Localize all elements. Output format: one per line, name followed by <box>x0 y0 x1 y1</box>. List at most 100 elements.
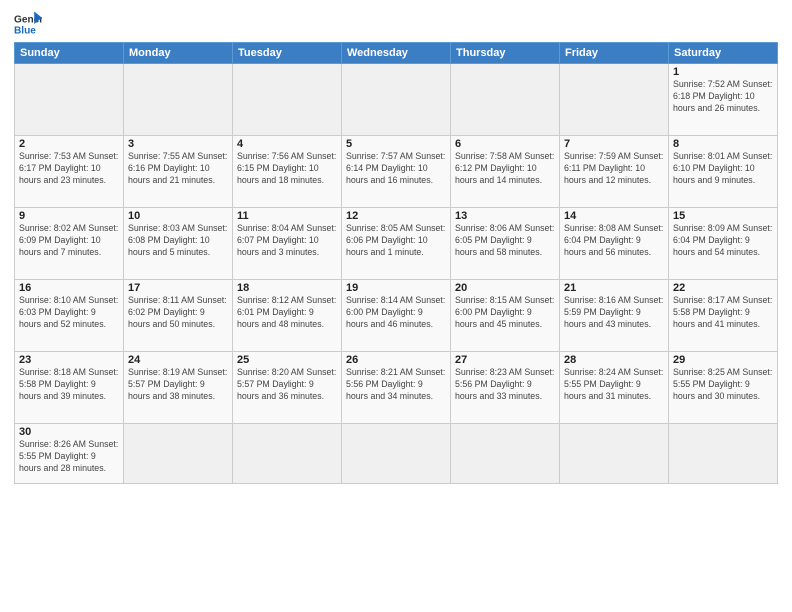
calendar-day-cell: 14Sunrise: 8:08 AM Sunset: 6:04 PM Dayli… <box>560 208 669 280</box>
calendar-day-cell <box>560 424 669 484</box>
day-number: 9 <box>19 210 119 222</box>
day-info: Sunrise: 8:10 AM Sunset: 6:03 PM Dayligh… <box>19 295 119 331</box>
day-number: 11 <box>237 210 337 222</box>
calendar-day-cell: 27Sunrise: 8:23 AM Sunset: 5:56 PM Dayli… <box>451 352 560 424</box>
calendar-day-cell: 10Sunrise: 8:03 AM Sunset: 6:08 PM Dayli… <box>124 208 233 280</box>
calendar-day-cell: 20Sunrise: 8:15 AM Sunset: 6:00 PM Dayli… <box>451 280 560 352</box>
day-info: Sunrise: 7:57 AM Sunset: 6:14 PM Dayligh… <box>346 151 446 187</box>
day-number: 21 <box>564 282 664 294</box>
day-number: 14 <box>564 210 664 222</box>
logo: General Blue <box>14 10 42 38</box>
day-info: Sunrise: 8:05 AM Sunset: 6:06 PM Dayligh… <box>346 223 446 259</box>
calendar-day-cell: 21Sunrise: 8:16 AM Sunset: 5:59 PM Dayli… <box>560 280 669 352</box>
calendar-header-row: SundayMondayTuesdayWednesdayThursdayFrid… <box>15 43 778 64</box>
day-number: 27 <box>455 354 555 366</box>
calendar-day-cell: 7Sunrise: 7:59 AM Sunset: 6:11 PM Daylig… <box>560 136 669 208</box>
day-number: 5 <box>346 138 446 150</box>
calendar-day-cell: 30Sunrise: 8:26 AM Sunset: 5:55 PM Dayli… <box>15 424 124 484</box>
page: General Blue SundayMondayTuesdayWednesda… <box>0 0 792 612</box>
calendar-week-row: 16Sunrise: 8:10 AM Sunset: 6:03 PM Dayli… <box>15 280 778 352</box>
day-number: 28 <box>564 354 664 366</box>
calendar-day-cell: 19Sunrise: 8:14 AM Sunset: 6:00 PM Dayli… <box>342 280 451 352</box>
day-number: 1 <box>673 66 773 78</box>
calendar-day-cell: 26Sunrise: 8:21 AM Sunset: 5:56 PM Dayli… <box>342 352 451 424</box>
day-number: 23 <box>19 354 119 366</box>
weekday-header-sunday: Sunday <box>15 43 124 64</box>
weekday-header-thursday: Thursday <box>451 43 560 64</box>
calendar-day-cell <box>451 424 560 484</box>
day-info: Sunrise: 7:53 AM Sunset: 6:17 PM Dayligh… <box>19 151 119 187</box>
day-info: Sunrise: 7:59 AM Sunset: 6:11 PM Dayligh… <box>564 151 664 187</box>
calendar-day-cell: 23Sunrise: 8:18 AM Sunset: 5:58 PM Dayli… <box>15 352 124 424</box>
calendar-week-row: 1Sunrise: 7:52 AM Sunset: 6:18 PM Daylig… <box>15 64 778 136</box>
day-number: 30 <box>19 426 119 438</box>
day-number: 4 <box>237 138 337 150</box>
day-number: 24 <box>128 354 228 366</box>
calendar-day-cell: 13Sunrise: 8:06 AM Sunset: 6:05 PM Dayli… <box>451 208 560 280</box>
calendar-day-cell <box>15 64 124 136</box>
day-number: 22 <box>673 282 773 294</box>
calendar-day-cell: 24Sunrise: 8:19 AM Sunset: 5:57 PM Dayli… <box>124 352 233 424</box>
day-number: 10 <box>128 210 228 222</box>
day-number: 17 <box>128 282 228 294</box>
day-info: Sunrise: 8:08 AM Sunset: 6:04 PM Dayligh… <box>564 223 664 259</box>
day-info: Sunrise: 8:18 AM Sunset: 5:58 PM Dayligh… <box>19 367 119 403</box>
day-info: Sunrise: 8:04 AM Sunset: 6:07 PM Dayligh… <box>237 223 337 259</box>
calendar-day-cell <box>451 64 560 136</box>
day-info: Sunrise: 8:09 AM Sunset: 6:04 PM Dayligh… <box>673 223 773 259</box>
day-info: Sunrise: 8:12 AM Sunset: 6:01 PM Dayligh… <box>237 295 337 331</box>
calendar-week-row: 30Sunrise: 8:26 AM Sunset: 5:55 PM Dayli… <box>15 424 778 484</box>
day-info: Sunrise: 8:11 AM Sunset: 6:02 PM Dayligh… <box>128 295 228 331</box>
day-number: 18 <box>237 282 337 294</box>
calendar-day-cell <box>342 64 451 136</box>
generalblue-logo-icon: General Blue <box>14 10 42 38</box>
day-info: Sunrise: 7:52 AM Sunset: 6:18 PM Dayligh… <box>673 79 773 115</box>
day-info: Sunrise: 8:26 AM Sunset: 5:55 PM Dayligh… <box>19 439 119 475</box>
calendar-day-cell: 3Sunrise: 7:55 AM Sunset: 6:16 PM Daylig… <box>124 136 233 208</box>
calendar-day-cell: 8Sunrise: 8:01 AM Sunset: 6:10 PM Daylig… <box>669 136 778 208</box>
day-info: Sunrise: 7:55 AM Sunset: 6:16 PM Dayligh… <box>128 151 228 187</box>
calendar-day-cell: 18Sunrise: 8:12 AM Sunset: 6:01 PM Dayli… <box>233 280 342 352</box>
weekday-header-wednesday: Wednesday <box>342 43 451 64</box>
day-info: Sunrise: 8:21 AM Sunset: 5:56 PM Dayligh… <box>346 367 446 403</box>
day-number: 20 <box>455 282 555 294</box>
day-info: Sunrise: 8:01 AM Sunset: 6:10 PM Dayligh… <box>673 151 773 187</box>
calendar-day-cell <box>124 424 233 484</box>
day-info: Sunrise: 8:25 AM Sunset: 5:55 PM Dayligh… <box>673 367 773 403</box>
calendar-day-cell <box>342 424 451 484</box>
calendar-day-cell: 11Sunrise: 8:04 AM Sunset: 6:07 PM Dayli… <box>233 208 342 280</box>
calendar-week-row: 2Sunrise: 7:53 AM Sunset: 6:17 PM Daylig… <box>15 136 778 208</box>
day-number: 8 <box>673 138 773 150</box>
calendar-day-cell <box>560 64 669 136</box>
calendar-day-cell: 12Sunrise: 8:05 AM Sunset: 6:06 PM Dayli… <box>342 208 451 280</box>
day-number: 29 <box>673 354 773 366</box>
calendar-day-cell: 16Sunrise: 8:10 AM Sunset: 6:03 PM Dayli… <box>15 280 124 352</box>
day-info: Sunrise: 7:58 AM Sunset: 6:12 PM Dayligh… <box>455 151 555 187</box>
calendar-day-cell: 1Sunrise: 7:52 AM Sunset: 6:18 PM Daylig… <box>669 64 778 136</box>
day-number: 6 <box>455 138 555 150</box>
day-number: 16 <box>19 282 119 294</box>
day-number: 7 <box>564 138 664 150</box>
calendar-day-cell: 9Sunrise: 8:02 AM Sunset: 6:09 PM Daylig… <box>15 208 124 280</box>
day-info: Sunrise: 8:14 AM Sunset: 6:00 PM Dayligh… <box>346 295 446 331</box>
calendar-day-cell: 22Sunrise: 8:17 AM Sunset: 5:58 PM Dayli… <box>669 280 778 352</box>
calendar-day-cell: 29Sunrise: 8:25 AM Sunset: 5:55 PM Dayli… <box>669 352 778 424</box>
day-number: 3 <box>128 138 228 150</box>
calendar-day-cell <box>233 64 342 136</box>
calendar-day-cell <box>124 64 233 136</box>
calendar-day-cell: 17Sunrise: 8:11 AM Sunset: 6:02 PM Dayli… <box>124 280 233 352</box>
calendar-day-cell: 4Sunrise: 7:56 AM Sunset: 6:15 PM Daylig… <box>233 136 342 208</box>
day-number: 25 <box>237 354 337 366</box>
calendar-week-row: 23Sunrise: 8:18 AM Sunset: 5:58 PM Dayli… <box>15 352 778 424</box>
weekday-header-tuesday: Tuesday <box>233 43 342 64</box>
calendar-day-cell: 15Sunrise: 8:09 AM Sunset: 6:04 PM Dayli… <box>669 208 778 280</box>
day-info: Sunrise: 8:16 AM Sunset: 5:59 PM Dayligh… <box>564 295 664 331</box>
weekday-header-monday: Monday <box>124 43 233 64</box>
day-info: Sunrise: 8:19 AM Sunset: 5:57 PM Dayligh… <box>128 367 228 403</box>
calendar-day-cell: 2Sunrise: 7:53 AM Sunset: 6:17 PM Daylig… <box>15 136 124 208</box>
day-info: Sunrise: 8:23 AM Sunset: 5:56 PM Dayligh… <box>455 367 555 403</box>
day-info: Sunrise: 7:56 AM Sunset: 6:15 PM Dayligh… <box>237 151 337 187</box>
day-info: Sunrise: 8:24 AM Sunset: 5:55 PM Dayligh… <box>564 367 664 403</box>
header: General Blue <box>14 10 778 38</box>
calendar-day-cell <box>669 424 778 484</box>
